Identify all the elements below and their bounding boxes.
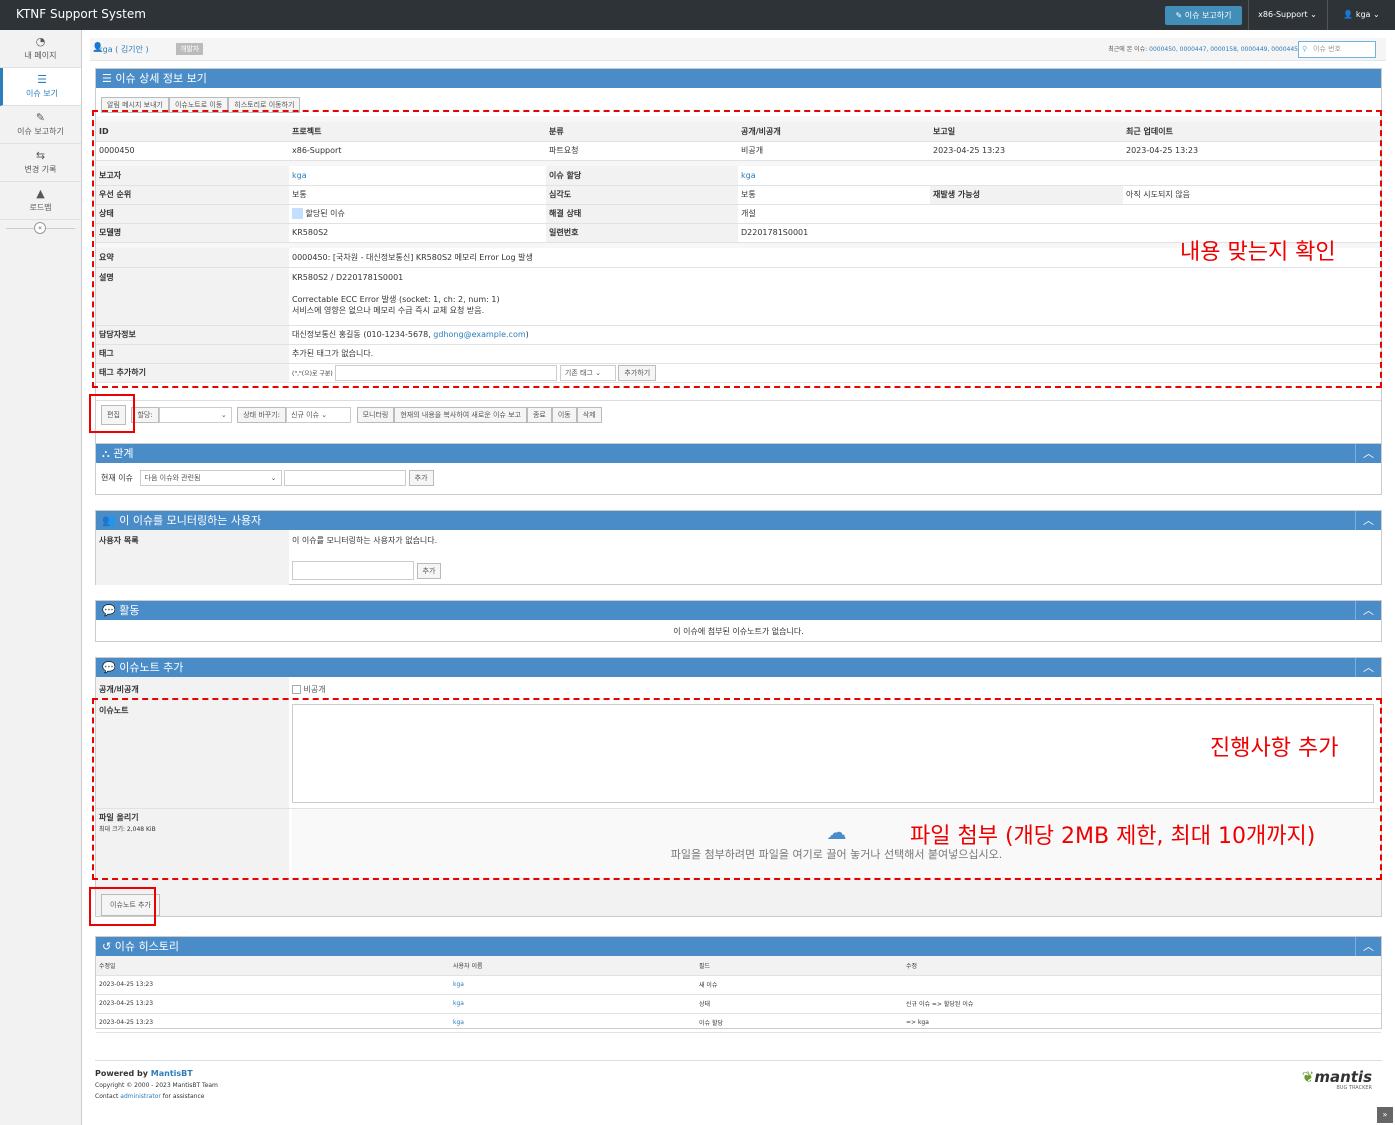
relationship-type-select[interactable]: 다음 이슈와 관련됨 ⌄	[139, 470, 282, 486]
note-privacy-checkbox[interactable]: 비공개	[292, 684, 326, 695]
edit-icon: ✎	[1175, 11, 1185, 20]
activity-header: 💬 활동 ︿	[96, 601, 1381, 620]
user-menu[interactable]: 👤 kga ⌄	[1327, 0, 1395, 30]
issue-number-search-input[interactable]: ⚲ 이슈 번호	[1298, 41, 1376, 58]
chevron-down-icon: ⌄	[270, 474, 277, 482]
chevron-down-icon: ⌄	[1310, 10, 1317, 19]
history-col-date: 수정일	[96, 956, 450, 976]
relationships-row: 현재 이슈 다음 이슈와 관련됨 ⌄ 추가	[96, 463, 1381, 493]
top-navbar: KTNF Support System ✎ 이슈 보고하기 x86-Suppor…	[0, 0, 1395, 30]
chevron-down-icon: ⌄	[1372, 10, 1380, 19]
annotation-attach-text: 파일 첨부 (개당 2MB 제한, 최대 10개까지)	[910, 824, 1316, 849]
annotation-note-box	[92, 698, 1382, 880]
note-privacy-label: 공개/비공개	[99, 685, 139, 694]
footer: Powered by MantisBT Copyright © 2000 - 2…	[95, 1060, 1382, 1100]
sidebar: ◔ 내 페이지 ☰ 이슈 보기 ✎ 이슈 보고하기 ⇆ 변경 기록 ▲ 로드맵 «	[0, 30, 82, 1125]
users-icon: 👥	[102, 514, 116, 527]
chevron-down-icon: ⌄	[220, 411, 227, 419]
relationships-header: ⛬ 관계 ︿	[96, 444, 1381, 463]
status-select[interactable]: 신규 이슈 ⌄	[286, 407, 352, 423]
sidebar-item-report-issue[interactable]: ✎ 이슈 보고하기	[0, 106, 81, 144]
scroll-top-icon[interactable]: »	[1377, 1107, 1393, 1123]
history-col-user: 사용자 이름	[450, 956, 696, 976]
add-monitor-button[interactable]: 추가	[416, 562, 442, 579]
collapse-chevron-up-icon[interactable]: ︿	[1355, 658, 1381, 677]
collapse-chevron-up-icon[interactable]: ︿	[1355, 511, 1381, 530]
history-widget: ↺ 이슈 히스토리 ︿ 수정일 사용자 이름 필드 수정 2023-04-25 1…	[95, 936, 1382, 1033]
brand-title[interactable]: KTNF Support System	[16, 7, 146, 21]
delete-issue-button[interactable]: 삭제	[576, 407, 602, 423]
annotation-add-note-highlight	[89, 887, 156, 926]
copyright: Copyright © 2000 - 2023 MantisBT Team	[95, 1082, 218, 1089]
role-badge: 개발자	[176, 43, 204, 55]
sidebar-collapse: «	[0, 220, 81, 236]
table-row: 2023-04-25 13:23 kga 새 이슈	[96, 975, 1381, 995]
mantis-logo[interactable]: ❦mantis BUG TRACKER	[1302, 1069, 1372, 1091]
project-selector[interactable]: x86-Support ⌄	[1248, 0, 1326, 30]
monitoring-empty: 이 이슈를 모니터링하는 사용자가 없습니다.	[292, 536, 438, 545]
close-issue-button[interactable]: 종료	[526, 407, 552, 423]
comment-icon: 💬	[102, 661, 116, 674]
monitoring-widget: 👥 이 이슈를 모니터링하는 사용자 ︿ 사용자 목록 이 이슈를 모니터링하는 …	[95, 510, 1382, 585]
sitemap-icon: ⛬	[102, 447, 110, 460]
breadcrumb-user[interactable]: kga ( 김기안 )	[98, 44, 149, 55]
sidebar-item-changelog[interactable]: ⇆ 변경 기록	[0, 144, 81, 182]
change-status-button[interactable]: 상태 바꾸기:	[237, 407, 287, 423]
recent-issues: 최근에 본 이슈: 0000450, 0000447, 0000158, 000…	[1108, 46, 1298, 53]
sidebar-item-my-page[interactable]: ◔ 내 페이지	[0, 30, 81, 68]
breadcrumb: 👤 kga ( 김기안 ) 개발자 최근에 본 이슈: 0000450, 000…	[90, 38, 1386, 61]
edit-icon: ✎	[35, 111, 46, 124]
collapse-icon[interactable]: «	[34, 222, 46, 234]
sidebar-item-view-issues[interactable]: ☰ 이슈 보기	[0, 68, 81, 106]
collapse-chevron-up-icon[interactable]: ︿	[1355, 444, 1381, 463]
clone-issue-button[interactable]: 현재의 내용을 복사하여 새로운 이슈 보고	[394, 407, 527, 423]
list-icon: ☰	[102, 72, 112, 85]
report-issue-button[interactable]: ✎ 이슈 보고하기	[1165, 6, 1242, 25]
related-issue-input[interactable]	[284, 470, 407, 486]
annotation-edit-highlight	[89, 394, 135, 433]
collapse-chevron-up-icon[interactable]: ︿	[1355, 937, 1381, 956]
history-col-field: 필드	[696, 956, 903, 976]
retweet-icon: ⇆	[35, 149, 46, 162]
relationships-widget: ⛬ 관계 ︿ 현재 이슈 다음 이슈와 관련됨 ⌄ 추가	[95, 443, 1382, 495]
monitor-username-input[interactable]	[292, 561, 414, 580]
monitor-button[interactable]: 모니터링	[356, 407, 395, 423]
table-row: 2023-04-25 13:23 kga 이슈 할당 => kga	[96, 1013, 1381, 1033]
checkbox-icon	[292, 685, 301, 694]
powered-by: Powered by MantisBT	[95, 1069, 193, 1078]
road-icon: ▲	[36, 187, 45, 200]
dashboard-icon: ◔	[35, 35, 46, 48]
contact-admin: Contact administrator for assistance	[95, 1093, 205, 1100]
annotation-check-text: 내용 맞는지 확인	[1180, 240, 1336, 265]
add-monitor-row: 추가	[292, 561, 442, 580]
table-row: 2023-04-25 13:23 kga 상태 신규 이슈 => 할당된 이슈	[96, 994, 1381, 1014]
activity-empty: 이 이슈에 첨부된 이슈노트가 없습니다.	[673, 627, 804, 636]
monitoring-header: 👥 이 이슈를 모니터링하는 사용자 ︿	[96, 511, 1381, 530]
move-issue-button[interactable]: 이동	[551, 407, 577, 423]
issue-actions-toolbar: 편집 할당: ⌄ 상태 바꾸기: 신규 이슈 ⌄ 모니터링 현재의 내용을 복사하여 …	[96, 400, 1381, 433]
comments-icon: 💬	[102, 604, 116, 617]
history-table: 수정일 사용자 이름 필드 수정 2023-04-25 13:23 kga 새 …	[96, 956, 1381, 1033]
search-icon: ⚲	[1302, 45, 1308, 53]
monitoring-label: 사용자 목록	[96, 530, 289, 585]
list-icon: ☰	[37, 73, 47, 86]
annotation-progress-text: 진행사항 추가	[1210, 736, 1339, 761]
add-note-header: 💬 이슈노트 추가 ︿	[96, 658, 1381, 677]
add-relationship-button[interactable]: 추가	[408, 470, 434, 486]
issue-details-header: ☰ 이슈 상세 정보 보기	[96, 69, 1381, 88]
activity-widget: 💬 활동 ︿ 이 이슈에 첨부된 이슈노트가 없습니다.	[95, 600, 1382, 642]
history-col-change: 수정	[903, 956, 1381, 976]
history-icon: ↺	[102, 940, 112, 953]
chevron-down-icon: ⌄	[321, 411, 328, 419]
sidebar-item-roadmap[interactable]: ▲ 로드맵	[0, 182, 81, 220]
collapse-chevron-up-icon[interactable]: ︿	[1355, 601, 1381, 620]
assign-select[interactable]: ⌄	[158, 407, 232, 423]
history-header: ↺ 이슈 히스토리 ︿	[96, 937, 1381, 956]
assign-button[interactable]: 할당:	[131, 407, 159, 423]
user-icon: 👤	[1343, 10, 1354, 19]
leaf-icon: ❦	[1301, 1068, 1315, 1086]
